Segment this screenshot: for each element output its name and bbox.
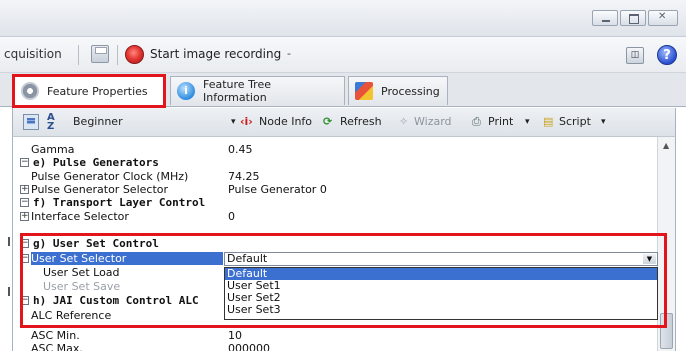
combo-value: Default bbox=[227, 252, 268, 265]
script-dropdown-arrow[interactable]: ▾ bbox=[601, 117, 606, 127]
grid-category-transport-layer[interactable]: − f) Transport Layer Control bbox=[13, 196, 657, 209]
info-icon: i bbox=[177, 82, 195, 100]
grid-row-interface-selector[interactable]: + Interface Selector 0 bbox=[13, 210, 657, 223]
expand-icon[interactable]: + bbox=[20, 185, 29, 194]
chart-icon bbox=[355, 82, 373, 100]
main-toolbar: cquisition Start image recording - ◫ ? bbox=[0, 37, 686, 73]
save-icon[interactable] bbox=[91, 45, 109, 63]
dropdown-option-user-set2[interactable]: User Set2 bbox=[225, 292, 657, 304]
acquisition-menu[interactable]: cquisition bbox=[4, 47, 62, 61]
grid-row-pulse-generator-selector[interactable]: + Pulse Generator Selector Pulse Generat… bbox=[13, 183, 657, 196]
refresh-icon: ⟳ bbox=[323, 115, 333, 128]
start-recording-button[interactable]: Start image recording bbox=[150, 47, 281, 61]
chevron-down-icon[interactable]: ▼ bbox=[643, 254, 656, 264]
toolbar-separator bbox=[117, 45, 118, 65]
window-titlebar bbox=[0, 0, 686, 37]
script-button[interactable]: Script bbox=[559, 115, 591, 128]
grid-row-asc-min[interactable]: ASC Min. 10 bbox=[13, 329, 657, 342]
grid-row-asc-max[interactable]: ASC Max. 000000 bbox=[13, 342, 657, 351]
grid-category-pulse-generators[interactable]: − e) Pulse Generators bbox=[13, 156, 657, 169]
tab-label: Processing bbox=[381, 84, 440, 98]
window-controls bbox=[592, 10, 678, 26]
collapse-icon[interactable]: − bbox=[20, 198, 29, 207]
script-icon: ▤ bbox=[543, 115, 554, 128]
print-dropdown-arrow[interactable]: ▾ bbox=[525, 117, 530, 127]
grid-scrollbar[interactable]: ▲ bbox=[657, 137, 676, 351]
scroll-up-arrow-icon[interactable]: ▲ bbox=[663, 141, 669, 150]
collapse-icon[interactable]: − bbox=[20, 239, 29, 248]
collapse-icon[interactable]: − bbox=[20, 296, 29, 305]
tab-feature-properties[interactable]: Feature Properties bbox=[14, 75, 164, 106]
level-dropdown-arrow[interactable]: ▾ bbox=[231, 117, 236, 127]
close-button[interactable] bbox=[648, 10, 678, 26]
left-edge-marker bbox=[8, 237, 10, 246]
tab-feature-tree-information[interactable]: i Feature Tree Information bbox=[170, 76, 345, 105]
camera-settings-icon[interactable]: ◫ bbox=[626, 47, 644, 64]
dropdown-option-default[interactable]: Default bbox=[225, 268, 657, 280]
dropdown-option-user-set3[interactable]: User Set3 bbox=[225, 304, 657, 316]
tab-bar: Feature Properties i Feature Tree Inform… bbox=[0, 73, 686, 107]
recording-dropdown-arrow[interactable]: - bbox=[287, 47, 291, 60]
minimize-button[interactable] bbox=[592, 10, 618, 26]
wizard-button[interactable]: Wizard bbox=[414, 115, 452, 128]
user-set-selector-combo[interactable]: Default ▼ bbox=[224, 252, 658, 266]
visibility-level-select[interactable]: Beginner bbox=[73, 115, 123, 128]
refresh-button[interactable]: Refresh bbox=[340, 115, 382, 128]
collapse-icon[interactable]: − bbox=[20, 254, 29, 263]
print-button[interactable]: Print bbox=[488, 115, 513, 128]
gear-icon bbox=[21, 82, 39, 100]
tab-processing[interactable]: Processing bbox=[348, 76, 448, 105]
properties-toolbar: AZ Beginner ▾ ‹i› Node Info ⟳ Refresh ✧ … bbox=[12, 108, 676, 137]
node-info-button[interactable]: Node Info bbox=[259, 115, 312, 128]
grid-category-user-set-control[interactable]: − g) User Set Control bbox=[13, 237, 657, 250]
maximize-button[interactable] bbox=[620, 10, 646, 26]
record-icon[interactable] bbox=[125, 45, 144, 64]
node-info-icon: ‹i› bbox=[240, 115, 253, 128]
toolbar-separator bbox=[78, 45, 79, 65]
grid-row-gamma[interactable]: Gamma 0.45 bbox=[13, 143, 657, 156]
print-icon: ⎙ bbox=[472, 115, 481, 128]
wizard-icon: ✧ bbox=[399, 115, 409, 128]
left-edge-marker bbox=[8, 287, 10, 296]
sort-alphabetical-icon[interactable]: AZ bbox=[47, 113, 55, 132]
user-set-dropdown-list: Default User Set1 User Set2 User Set3 bbox=[224, 267, 658, 320]
help-icon[interactable]: ? bbox=[657, 45, 677, 65]
dropdown-option-user-set1[interactable]: User Set1 bbox=[225, 280, 657, 292]
collapse-icon[interactable]: − bbox=[20, 158, 29, 167]
expand-icon[interactable]: + bbox=[20, 212, 29, 221]
tab-label: Feature Properties bbox=[47, 84, 148, 98]
scrollbar-thumb[interactable] bbox=[660, 313, 673, 349]
tab-label: Feature Tree Information bbox=[203, 78, 271, 104]
grid-row-pulse-generator-clock[interactable]: Pulse Generator Clock (MHz) 74.25 bbox=[13, 170, 657, 183]
categorized-view-icon[interactable] bbox=[23, 114, 39, 130]
